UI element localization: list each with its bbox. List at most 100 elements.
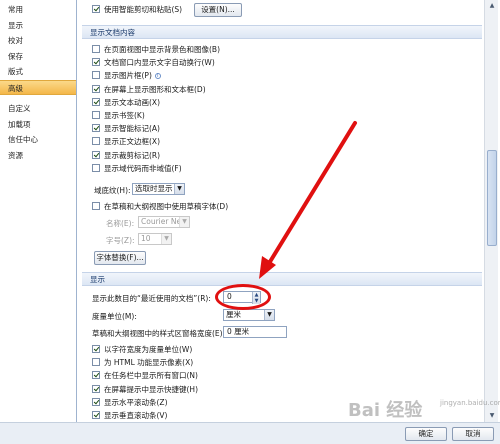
doc-option-label: 显示域代码而非域值(F)	[104, 163, 182, 173]
cancel-button[interactable]: 取消	[452, 427, 494, 441]
doc-option-checkbox[interactable]	[92, 58, 100, 67]
display-option-checkbox[interactable]	[92, 384, 100, 393]
doc-option-checkbox[interactable]	[92, 137, 100, 146]
field-shading-label: 域底纹(H):	[94, 186, 131, 195]
doc-option-label: 在屏幕上显示图形和文本框(D)	[104, 84, 206, 94]
chevron-down-icon: ▼	[264, 310, 274, 320]
doc-option-label: 显示裁剪标记(R)	[104, 150, 161, 160]
font-substitution-button[interactable]: 字体替换(F)...	[94, 251, 146, 265]
watermark-url: jingyan.baidu.com	[440, 399, 500, 407]
display-option-checkbox[interactable]	[92, 358, 100, 367]
display-option-checkbox[interactable]	[92, 345, 100, 353]
nav-item-addins[interactable]: 加载项	[0, 117, 76, 133]
draft-name-label: 名称(E):	[106, 219, 135, 228]
doc-option-row[interactable]: 显示裁剪标记(R)	[92, 150, 160, 162]
display-option-row[interactable]: 以字符宽度为度量单位(W)	[92, 344, 192, 356]
options-nav: 常用 显示 校对 保存 版式 高级 自定义 加载项 信任中心 资源	[0, 0, 77, 444]
draft-font-checkbox[interactable]	[92, 202, 100, 210]
doc-option-checkbox[interactable]	[92, 71, 100, 80]
doc-option-checkbox[interactable]	[92, 150, 100, 159]
doc-option-label: 在页面视图中显示背景色和图像(B)	[104, 45, 220, 54]
scroll-up-icon[interactable]: ▲	[485, 0, 499, 12]
nav-item-proofing[interactable]: 校对	[0, 33, 76, 49]
chevron-down-icon: ▼	[179, 217, 189, 227]
draft-font-row[interactable]: 在草稿和大纲视图中使用草稿字体(D)	[92, 201, 228, 213]
doc-option-checkbox[interactable]	[92, 84, 100, 93]
options-content: 使用智能剪切和粘贴(S) 设置(N)... 显示文档内容 在页面视图中显示背景色…	[80, 0, 484, 422]
display-header: 显示	[82, 272, 482, 286]
smart-cut-paste-checkbox[interactable]	[92, 5, 100, 13]
display-option-label: 以字符宽度为度量单位(W)	[104, 345, 193, 354]
display-option-row[interactable]: 在屏幕提示中显示快捷键(H)	[92, 384, 198, 396]
draft-font-size-value: 10	[141, 234, 151, 243]
doc-option-row[interactable]: 显示书签(K)	[92, 110, 145, 122]
units-label: 度量单位(M):	[92, 312, 137, 321]
nav-item-layout[interactable]: 版式	[0, 64, 76, 80]
doc-option-label: 显示图片框(P)	[104, 71, 152, 81]
display-option-row[interactable]: 在任务栏中显示所有窗口(N)	[92, 370, 198, 382]
nav-item-resources[interactable]: 资源	[0, 148, 76, 164]
doc-content-header: 显示文档内容	[82, 25, 482, 39]
display-option-label: 显示垂直滚动条(V)	[104, 411, 168, 420]
units-value: 厘米	[226, 310, 241, 319]
chevron-down-icon: ▼	[174, 184, 184, 194]
doc-option-checkbox[interactable]	[92, 97, 100, 106]
draft-font-name-select[interactable]: Courier New ▼	[138, 216, 190, 228]
display-option-checkbox[interactable]	[92, 397, 100, 406]
field-shading-value: 选取时显示	[135, 184, 173, 193]
doc-option-label: 显示智能标记(A)	[104, 124, 160, 134]
display-option-checkbox[interactable]	[92, 371, 100, 380]
doc-option-checkbox[interactable]	[92, 111, 100, 119]
display-option-row[interactable]: 显示垂直滚动条(V)	[92, 410, 167, 422]
recent-docs-label: 显示此数目的“最近使用的文档”(R):	[92, 294, 211, 303]
nav-item-trust-center[interactable]: 信任中心	[0, 132, 76, 148]
doc-option-row[interactable]: 在页面视图中显示背景色和图像(B)	[92, 44, 220, 56]
doc-option-checkbox[interactable]	[92, 45, 100, 53]
doc-option-row[interactable]: 在屏幕上显示图形和文本框(D)	[92, 84, 206, 96]
display-option-checkbox[interactable]	[92, 411, 100, 419]
doc-option-label: 显示正文边框(X)	[104, 137, 160, 147]
draft-size-label: 字号(Z):	[106, 236, 135, 245]
display-option-row[interactable]: 显示水平滚动条(Z)	[92, 397, 168, 409]
doc-option-checkbox[interactable]	[92, 163, 100, 172]
display-option-label: 显示水平滚动条(Z)	[104, 397, 168, 407]
info-icon: i	[154, 73, 161, 80]
doc-option-row[interactable]: 显示智能标记(A)	[92, 123, 160, 135]
doc-option-row[interactable]: 文档窗口内显示文字自动换行(W)	[92, 57, 215, 69]
doc-option-label: 显示文本动画(X)	[104, 97, 160, 107]
scroll-down-icon[interactable]: ▼	[485, 410, 499, 422]
nav-item-display[interactable]: 显示	[0, 18, 76, 34]
doc-option-row[interactable]: 显示图片框(P) i	[92, 70, 161, 82]
ok-button[interactable]: 确定	[405, 427, 447, 441]
draft-font-size-select[interactable]: 10 ▼	[138, 233, 172, 245]
doc-option-row[interactable]: 显示文本动画(X)	[92, 97, 160, 109]
dialog-footer: 确定 取消	[0, 422, 500, 444]
doc-option-row[interactable]: 显示正文边框(X)	[92, 136, 160, 148]
style-area-label: 草稿和大纲视图中的样式区窗格宽度(E):	[92, 329, 226, 338]
doc-option-label: 显示书签(K)	[104, 111, 145, 120]
annotation-circle	[215, 284, 271, 310]
settings-button[interactable]: 设置(N)...	[194, 3, 242, 17]
nav-item-common[interactable]: 常用	[0, 2, 76, 18]
display-option-label: 在任务栏中显示所有窗口(N)	[104, 371, 198, 381]
doc-option-checkbox[interactable]	[92, 124, 100, 133]
draft-font-label: 在草稿和大纲视图中使用草稿字体(D)	[104, 202, 229, 211]
smart-cut-paste-label: 使用智能剪切和粘贴(S)	[104, 5, 183, 14]
doc-option-row[interactable]: 显示域代码而非域值(F)	[92, 163, 182, 175]
display-option-label: 在屏幕提示中显示快捷键(H)	[104, 384, 198, 394]
nav-item-save[interactable]: 保存	[0, 49, 76, 65]
display-option-label: 为 HTML 功能显示像素(X)	[104, 358, 194, 368]
style-area-input[interactable]: 0 厘米	[223, 326, 287, 338]
units-select[interactable]: 厘米 ▼	[223, 309, 275, 321]
style-area-value: 0 厘米	[227, 327, 250, 336]
field-shading-select[interactable]: 选取时显示 ▼	[132, 183, 185, 195]
chevron-down-icon: ▼	[161, 234, 171, 244]
smart-cut-paste-row[interactable]: 使用智能剪切和粘贴(S)	[92, 4, 182, 16]
doc-option-label: 文档窗口内显示文字自动换行(W)	[104, 58, 215, 68]
watermark-logo: Bai 经验	[348, 400, 423, 421]
display-option-row[interactable]: 为 HTML 功能显示像素(X)	[92, 357, 193, 369]
scrollbar-thumb[interactable]	[487, 150, 497, 246]
nav-item-customize[interactable]: 自定义	[0, 101, 76, 117]
vertical-scrollbar[interactable]: ▲ ▼	[484, 0, 498, 422]
nav-item-advanced[interactable]: 高级	[0, 79, 76, 95]
